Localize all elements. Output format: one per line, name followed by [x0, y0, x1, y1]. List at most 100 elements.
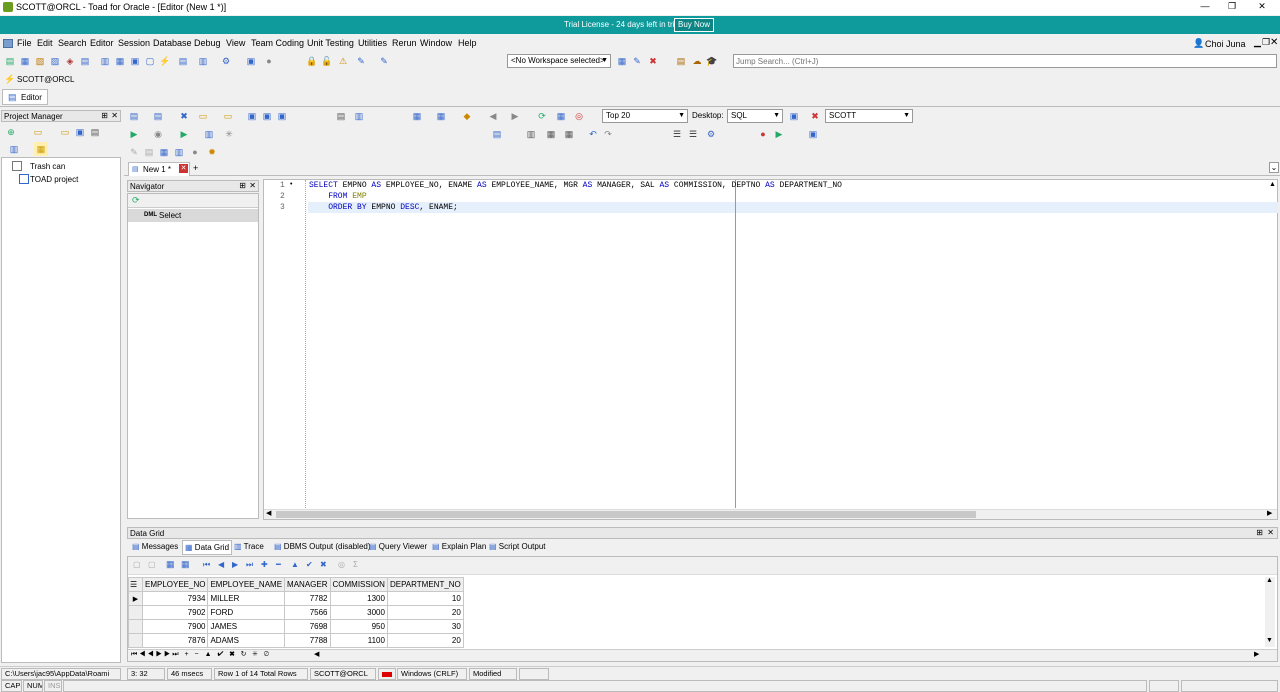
menu-session[interactable]: Session [118, 38, 150, 48]
mdi-close-icon[interactable]: ✕ [1270, 37, 1278, 48]
er-diagram-icon[interactable]: ▤ [78, 54, 92, 68]
cell-employee-name[interactable]: FORD [207, 605, 286, 620]
close-window-button[interactable]: ✕ [1252, 1, 1272, 14]
save-all-icon[interactable]: ▣ [275, 109, 289, 123]
grid-unlock-icon[interactable]: ▢ [148, 560, 156, 569]
bookmark-icon[interactable]: ◆ [460, 109, 474, 123]
cell-manager[interactable]: 7788 [284, 633, 331, 648]
import-icon[interactable]: ▤ [176, 54, 190, 68]
view-pane-icon[interactable]: ▣ [806, 127, 820, 141]
recent-files-icon[interactable]: ▤ [674, 54, 688, 68]
tab-dbms-output[interactable]: ▤ DBMS Output (disabled) [274, 542, 371, 551]
code-insight-icon[interactable]: ⚙ [704, 127, 718, 141]
run-debug-icon[interactable]: ▶ [772, 127, 786, 141]
print-icon[interactable]: ▤ [88, 125, 102, 139]
grid-cancel-icon[interactable]: ✖ [320, 560, 327, 569]
grid-next-icon[interactable]: ▶ [232, 560, 238, 569]
row-selector[interactable] [128, 633, 143, 648]
column-header[interactable]: COMMISSION [329, 577, 388, 592]
navigator-item-select[interactable]: DML Select [128, 209, 258, 222]
undo-icon[interactable]: ↶ [586, 127, 600, 141]
back-icon[interactable]: ◀ [486, 109, 500, 123]
grid-export-icon[interactable]: ▦ [181, 559, 190, 570]
grid-prior-icon[interactable]: ◀ [218, 560, 224, 569]
scroll-up-icon[interactable]: ▲ [1269, 181, 1276, 188]
scroll-left-icon[interactable]: ◀ [266, 509, 271, 517]
open-file-icon[interactable]: ▭ [196, 109, 210, 123]
tab-data-grid[interactable]: ▦ Data Grid [182, 540, 233, 555]
grid-toggle-icon[interactable]: ▦ [157, 145, 171, 159]
grid-save-icon[interactable]: ▦ [166, 559, 175, 570]
wizard-icon[interactable]: ✎ [127, 145, 141, 159]
menu-edit[interactable]: Edit [37, 38, 53, 48]
menu-database[interactable]: Database [153, 38, 192, 48]
column-header[interactable]: MANAGER [284, 577, 331, 592]
debug-icon[interactable]: ✎ [377, 54, 391, 68]
cell-employee-name[interactable]: ADAMS [207, 633, 286, 648]
tab-editor[interactable]: ▤ Editor [2, 89, 48, 105]
row-selector-header[interactable]: ☰ [128, 577, 143, 592]
refresh-editor-icon[interactable]: ⟳ [535, 109, 549, 123]
settings-icon[interactable]: ● [262, 54, 276, 68]
save-icon[interactable]: ▣ [73, 125, 87, 139]
scrollbar-thumb[interactable] [276, 511, 976, 518]
grid-scroll-right-icon[interactable]: ▶ [1254, 650, 1259, 658]
menu-unit-testing[interactable]: Unit Testing [307, 38, 354, 48]
workspace-remove-icon[interactable]: ✖ [646, 54, 660, 68]
buy-now-button[interactable]: Buy Now [674, 18, 714, 32]
template-icon[interactable]: ▤ [142, 145, 156, 159]
indent-icon[interactable]: ▥ [524, 127, 538, 141]
stats-icon[interactable]: ▦ [554, 109, 568, 123]
cell-department-no[interactable]: 20 [386, 605, 464, 620]
find-icon[interactable]: ▦ [544, 127, 558, 141]
workspace-combo[interactable]: <No Workspace selected> ▼ [507, 54, 611, 68]
open-recent-icon[interactable]: ▭ [221, 109, 235, 123]
data-compare-icon[interactable]: ▦ [113, 54, 127, 68]
graduation-cap-icon[interactable]: 🎓 [705, 54, 719, 68]
schema-browser-icon[interactable]: ▧ [33, 54, 47, 68]
execute-icon[interactable]: ▶ [127, 127, 141, 141]
grid-insert-icon[interactable]: ✚ [261, 560, 268, 569]
filter-icon[interactable]: ⚙ [219, 54, 233, 68]
grid-sum-icon[interactable]: Σ [353, 560, 358, 569]
navigator-close-icon[interactable]: ✕ [249, 181, 256, 190]
data-grid-close-icon[interactable]: ✕ [1267, 528, 1274, 537]
export-grid-icon[interactable]: ▦ [410, 109, 424, 123]
cell-manager[interactable]: 7698 [284, 619, 331, 634]
column-header[interactable]: DEPARTMENT_NO [386, 577, 464, 592]
execute-script-icon[interactable]: ◉ [151, 127, 165, 141]
lock-icon[interactable]: 🔒 [305, 54, 319, 68]
tab-explain-plan[interactable]: ▤ Explain Plan [432, 542, 486, 551]
data-grid-pin-icon[interactable]: ⊞ [1256, 528, 1263, 537]
editor-h-scrollbar[interactable]: ◀ ▶ [264, 509, 1277, 519]
top-icon[interactable]: ◎ [572, 109, 586, 123]
menu-utilities[interactable]: Utilities [358, 38, 387, 48]
restore-button[interactable]: ❐ [1222, 1, 1242, 14]
cell-employee-no[interactable]: 7876 [141, 633, 209, 648]
close-panel-icon[interactable]: ✕ [111, 111, 118, 120]
tab-new-1[interactable]: ▤ New 1 * ✕ [128, 162, 190, 176]
cell-department-no[interactable]: 20 [386, 633, 464, 648]
menu-team-coding[interactable]: Team Coding [251, 38, 304, 48]
tab-messages[interactable]: ▤ Messages [132, 542, 178, 551]
split-icon[interactable]: ▥ [172, 145, 186, 159]
stop-icon[interactable]: ● [188, 145, 202, 159]
refresh-icon[interactable]: ▣ [244, 54, 258, 68]
cell-employee-no[interactable]: 7900 [141, 619, 209, 634]
execute-step-icon[interactable]: ▶ [177, 127, 191, 141]
lightbulb-icon[interactable]: ✹ [205, 145, 219, 159]
navigator-pin-icon[interactable]: ⊞ [239, 181, 246, 190]
mdi-window-icon[interactable] [3, 39, 13, 48]
grid-post-icon[interactable]: ✔ [306, 560, 313, 569]
cell-manager[interactable]: 7782 [284, 591, 331, 606]
table-row[interactable]: ▶ 7934 MILLER 7782 1300 10 [128, 591, 464, 606]
warning-icon[interactable]: ⚠ [336, 54, 350, 68]
session-browser-icon[interactable]: ▨ [48, 54, 62, 68]
table-row[interactable]: 7900 JAMES 7698 950 30 [128, 619, 464, 634]
new-tab-icon[interactable]: ▤ [127, 109, 141, 123]
table-row[interactable]: 7876 ADAMS 7788 1100 20 [128, 633, 464, 648]
menu-search[interactable]: Search [58, 38, 87, 48]
row-indicator-icon[interactable]: ▶ [128, 591, 143, 606]
query-builder-icon[interactable]: ▦ [434, 109, 448, 123]
window-list-icon[interactable]: ▥ [196, 54, 210, 68]
